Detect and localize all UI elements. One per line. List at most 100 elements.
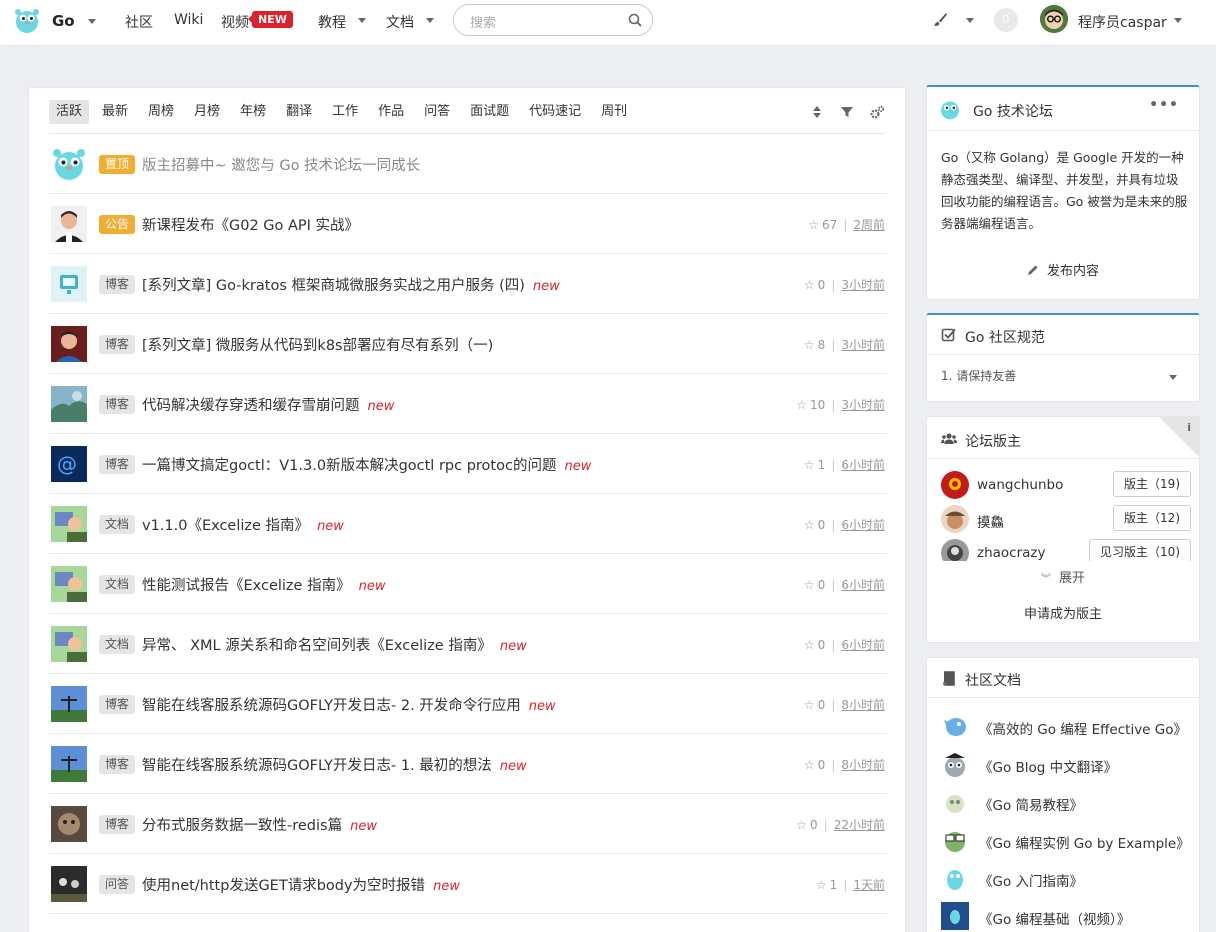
- tab-interview[interactable]: 面试题: [463, 100, 516, 124]
- avatar[interactable]: [51, 266, 87, 302]
- topic-title[interactable]: 版主招募中~ 邀您与 Go 技术论坛一同成长: [142, 154, 420, 175]
- topic-title[interactable]: v1.1.0《Excelize 指南》 new: [142, 514, 344, 535]
- topic-time[interactable]: 6小时前: [841, 458, 885, 472]
- filter-icon[interactable]: [839, 104, 855, 120]
- topic-node-badge[interactable]: 问答: [99, 875, 136, 894]
- topic-title[interactable]: 一篇博文搞定goctl：V1.3.0新版本解决goctl rpc protoc的…: [142, 454, 591, 475]
- avatar[interactable]: [51, 626, 87, 662]
- doc-title[interactable]: 《Go Blog 中文翻译》: [979, 756, 1117, 776]
- moderator-name[interactable]: 摸鱻: [977, 511, 1004, 531]
- topic-title[interactable]: 异常、 XML 源关系和命名空间列表《Excelize 指南》 new: [142, 634, 527, 655]
- topic-node-badge[interactable]: 置顶: [99, 155, 136, 174]
- moderator-item[interactable]: wangchunbo 版主（19): [941, 471, 1191, 499]
- brush-chevron-down-icon[interactable]: [966, 18, 974, 23]
- topic-row[interactable]: 文档 异常、 XML 源关系和命名空间列表《Excelize 指南》 new ☆ 0 | 6…: [49, 614, 887, 674]
- topic-title[interactable]: [系列文章] 微服务从代码到k8s部署应有尽有系列（一): [142, 334, 493, 355]
- nav-item-wiki[interactable]: Wiki: [174, 12, 203, 28]
- topic-row[interactable]: 置顶 版主招募中~ 邀您与 Go 技术论坛一同成长: [49, 134, 887, 194]
- moderator-name[interactable]: wangchunbo: [977, 477, 1063, 493]
- doc-title[interactable]: 《高效的 Go 编程 Effective Go》: [979, 718, 1187, 738]
- doc-title[interactable]: 《Go 入门指南》: [979, 870, 1083, 890]
- search-input[interactable]: 搜索: [453, 4, 653, 36]
- topic-row[interactable]: 文档 性能测试报告《Excelize 指南》 new ☆ 0 | 6小时前: [49, 554, 887, 614]
- topic-title[interactable]: 性能测试报告《Excelize 指南》 new: [142, 574, 385, 595]
- avatar[interactable]: [51, 566, 87, 602]
- topic-title[interactable]: 新课程发布《G02 Go API 实战》: [142, 214, 359, 235]
- doc-item[interactable]: 《Go 编程实例 Go by Example》: [941, 824, 1191, 854]
- topic-row[interactable]: 博客 智能在线客服系统源码GOFLY开发日志- 2. 开发命令行应用 new ☆ 0 | 8…: [49, 674, 887, 734]
- topic-time[interactable]: 8小时前: [841, 698, 885, 712]
- avatar[interactable]: [51, 686, 87, 722]
- avatar[interactable]: [51, 206, 87, 242]
- topic-row[interactable]: @ 博客 一篇博文搞定goctl：V1.3.0新版本解决goctl rpc prot…: [49, 434, 887, 494]
- expand-button[interactable]: ︾ 展开: [927, 567, 1199, 586]
- doc-item[interactable]: 《Go 简易教程》: [941, 786, 1191, 816]
- doc-item[interactable]: 《Go 入门指南》: [941, 862, 1191, 892]
- avatar[interactable]: @: [51, 446, 87, 482]
- nav-item-docs[interactable]: 文档: [386, 12, 414, 32]
- topic-time[interactable]: 1天前: [853, 878, 885, 892]
- search-icon[interactable]: [628, 13, 642, 27]
- tab-active[interactable]: 活跃: [49, 100, 90, 124]
- topic-node-badge[interactable]: 博客: [99, 755, 136, 774]
- topic-title[interactable]: 分布式服务数据一致性-redis篇 new: [142, 814, 377, 835]
- tab-translation[interactable]: 翻译: [279, 100, 319, 124]
- topic-node-badge[interactable]: 博客: [99, 695, 136, 714]
- rule-item[interactable]: 1. 请保持友善: [941, 367, 1016, 384]
- tab-code-notes[interactable]: 代码速记: [522, 100, 588, 124]
- topic-node-badge[interactable]: 博客: [99, 815, 136, 834]
- topic-title[interactable]: 智能在线客服系统源码GOFLY开发日志- 2. 开发命令行应用 new: [142, 694, 556, 715]
- topic-node-badge[interactable]: 公告: [99, 215, 136, 234]
- user-chevron-down-icon[interactable]: [1174, 18, 1182, 23]
- moderator-item[interactable]: zhaocrazy 见习版主（10): [941, 539, 1191, 561]
- user-avatar[interactable]: [1040, 5, 1068, 33]
- topic-row[interactable]: 文档 v1.1.0《Excelize 指南》 new ☆ 0 | 6小时前: [49, 494, 887, 554]
- tab-qa[interactable]: 问答: [417, 100, 457, 124]
- avatar[interactable]: [51, 746, 87, 782]
- brush-icon[interactable]: [932, 12, 948, 28]
- doc-item[interactable]: 《Go 编程基础（视频）》: [941, 900, 1191, 930]
- topic-title[interactable]: 智能在线客服系统源码GOFLY开发日志- 1. 最初的想法 new: [142, 754, 527, 775]
- tab-monthly[interactable]: 月榜: [187, 100, 227, 124]
- topic-row[interactable]: 博客 智能在线客服系统源码GOFLY开发日志- 1. 最初的想法 new ☆ 0 | 8小时…: [49, 734, 887, 794]
- tab-jobs[interactable]: 工作: [325, 100, 365, 124]
- topic-node-badge[interactable]: 博客: [99, 275, 136, 294]
- topic-node-badge[interactable]: 博客: [99, 455, 136, 474]
- doc-title[interactable]: 《Go 编程基础（视频）》: [979, 908, 1130, 928]
- username[interactable]: 程序员caspar: [1078, 12, 1167, 32]
- brand-name[interactable]: Go: [52, 12, 75, 30]
- doc-item[interactable]: 《高效的 Go 编程 Effective Go》: [941, 710, 1191, 740]
- doc-item[interactable]: 《Go Blog 中文翻译》: [941, 748, 1191, 778]
- tutorials-chevron-down-icon[interactable]: [358, 18, 366, 23]
- topic-row[interactable]: 博客 [系列文章] Go-kratos 框架商城微服务实战之用户服务 (四) new…: [49, 254, 887, 314]
- topic-row[interactable]: 问答 使用net/http发送GET请求body为空时报错 new ☆ 1 | 1天前: [49, 854, 887, 914]
- tab-weekly-magazine[interactable]: 周刊: [594, 100, 634, 124]
- topic-node-badge[interactable]: 文档: [99, 635, 136, 654]
- topic-time[interactable]: 6小时前: [841, 578, 885, 592]
- rules-chevron-down-icon[interactable]: [1169, 375, 1177, 380]
- tab-weekly[interactable]: 周榜: [141, 100, 181, 124]
- sort-icon[interactable]: [809, 104, 825, 120]
- avatar[interactable]: [51, 326, 87, 362]
- publish-button[interactable]: 发布内容: [927, 260, 1199, 279]
- doc-title[interactable]: 《Go 编程实例 Go by Example》: [979, 832, 1190, 852]
- nav-item-community[interactable]: 社区: [125, 12, 153, 32]
- topic-row[interactable]: 博客 [系列文章] 微服务从代码到k8s部署应有尽有系列（一) ☆ 8 | 3小时前: [49, 314, 887, 374]
- docs-chevron-down-icon[interactable]: [426, 18, 434, 23]
- topic-time[interactable]: 8小时前: [841, 758, 885, 772]
- tab-latest[interactable]: 最新: [95, 100, 135, 124]
- topic-time[interactable]: 22小时前: [834, 818, 885, 832]
- topic-time[interactable]: 6小时前: [841, 638, 885, 652]
- topic-node-badge[interactable]: 文档: [99, 575, 136, 594]
- topic-time[interactable]: 3小时前: [841, 398, 885, 412]
- avatar[interactable]: [51, 146, 87, 182]
- topic-time[interactable]: 3小时前: [841, 278, 885, 292]
- nav-item-video[interactable]: 视频: [221, 12, 249, 32]
- gopher-logo-icon[interactable]: [13, 6, 41, 34]
- nav-item-tutorials[interactable]: 教程: [318, 12, 346, 32]
- topic-title[interactable]: 使用net/http发送GET请求body为空时报错 new: [142, 874, 460, 895]
- tab-yearly[interactable]: 年榜: [233, 100, 273, 124]
- topic-node-badge[interactable]: 博客: [99, 335, 136, 354]
- topic-node-badge[interactable]: 文档: [99, 515, 136, 534]
- topic-time[interactable]: 2周前: [853, 218, 885, 232]
